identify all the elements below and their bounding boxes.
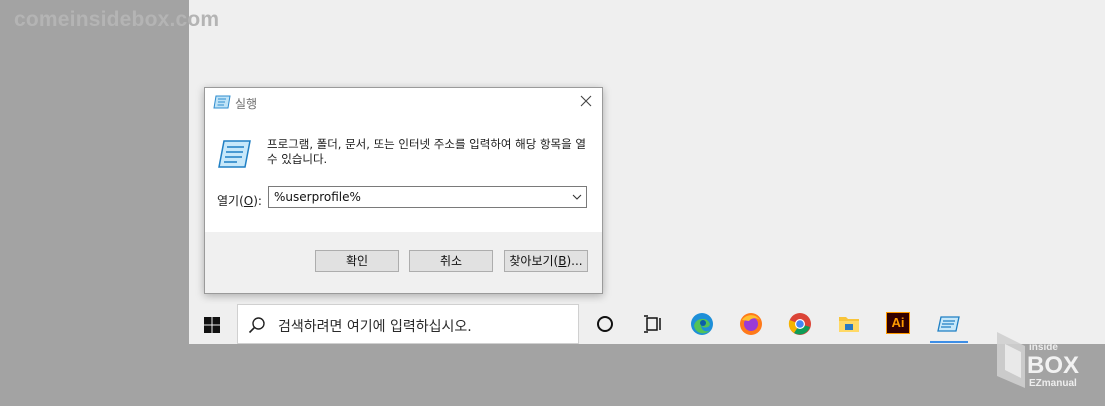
task-view-icon[interactable] [640, 312, 666, 336]
windows-start-icon[interactable] [203, 316, 221, 334]
browse-button[interactable]: 찾아보기(B)... [504, 250, 588, 272]
logo-text-ezmanual: EZmanual [1029, 378, 1077, 389]
run-app-icon[interactable] [935, 312, 961, 336]
cortana-icon[interactable] [592, 312, 618, 336]
taskbar: 검색하려면 여기에 입력하십시오. Ai [189, 304, 1105, 344]
dialog-title: 실행 [235, 97, 258, 111]
edge-icon[interactable] [689, 312, 715, 336]
search-placeholder: 검색하려면 여기에 입력하십시오. [278, 319, 472, 335]
close-icon[interactable] [579, 94, 593, 108]
run-title-icon [213, 95, 231, 109]
illustrator-icon[interactable]: Ai [886, 312, 910, 334]
run-dialog: 실행 프로그램, 폴더, 문서, 또는 인터넷 주소를 입력하여 해당 항목을 … [204, 87, 603, 294]
insidebox-logo: inside BOX EZmanual [997, 332, 1079, 389]
run-program-icon [218, 140, 251, 168]
open-input[interactable]: %userprofile% [274, 190, 361, 204]
firefox-icon[interactable] [738, 312, 764, 336]
cancel-button[interactable]: 취소 [409, 250, 493, 272]
file-explorer-icon[interactable] [836, 312, 862, 336]
search-icon [248, 317, 265, 334]
chrome-icon[interactable] [787, 312, 813, 336]
open-combobox[interactable]: %userprofile% [268, 186, 587, 208]
logo-text-box: BOX [1027, 352, 1079, 379]
ok-button[interactable]: 확인 [315, 250, 399, 272]
watermark-text: comeinsidebox.com [14, 8, 220, 31]
dialog-description: 프로그램, 폴더, 문서, 또는 인터넷 주소를 입력하여 해당 항목을 열 수… [267, 137, 586, 166]
active-app-indicator [930, 341, 968, 343]
open-label: 열기(O): [217, 194, 262, 208]
chevron-down-icon[interactable] [572, 192, 582, 202]
taskbar-search-box[interactable]: 검색하려면 여기에 입력하십시오. [237, 304, 579, 344]
dialog-button-bar: 확인 취소 찾아보기(B)... [205, 232, 602, 293]
